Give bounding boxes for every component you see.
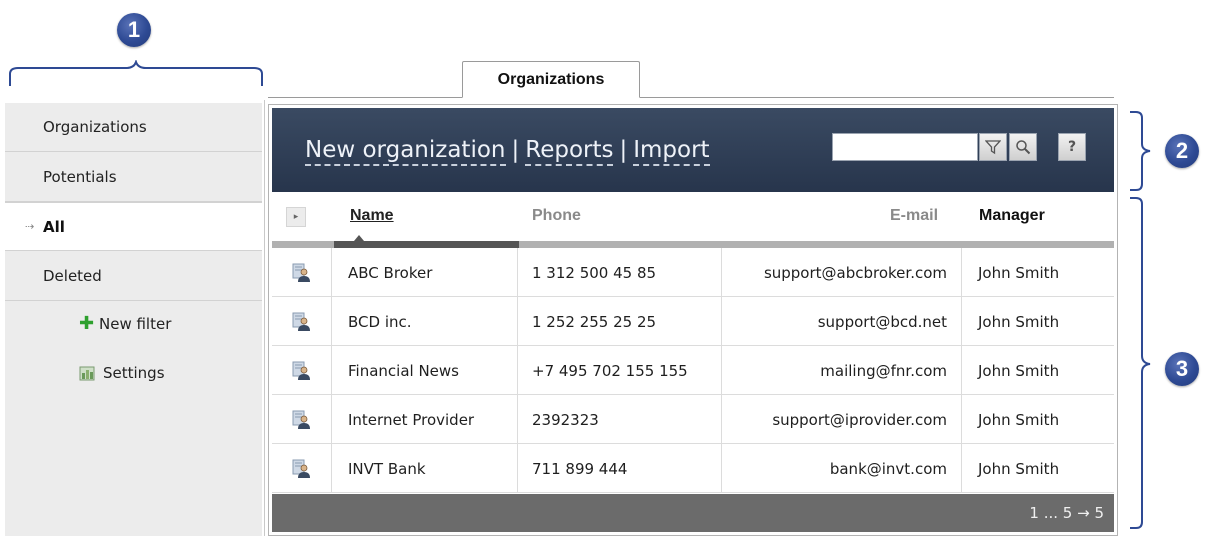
toolbar-header: New organization | Reports | Import ?	[272, 108, 1114, 192]
organization-icon	[272, 346, 332, 395]
column-header-phone[interactable]: Phone	[532, 207, 581, 225]
filter-icon	[985, 140, 1001, 155]
arrow-right-icon: ⇢	[25, 220, 35, 233]
tab-organizations[interactable]: Organizations	[462, 61, 640, 98]
organization-icon	[272, 444, 332, 493]
sidebar-bracket	[9, 60, 263, 86]
column-header-email[interactable]: E-mail	[890, 207, 938, 225]
cell-name[interactable]: Internet Provider	[332, 395, 518, 444]
table-row[interactable]: INVT Bank 711 899 444 bank@invt.com John Sm…	[272, 444, 1114, 493]
settings-link[interactable]: Settings	[79, 364, 165, 382]
header-bracket	[1130, 111, 1151, 191]
table-bracket	[1130, 197, 1151, 529]
sidebar-item-all[interactable]: ⇢ All	[5, 202, 262, 251]
sort-asc-icon	[354, 235, 364, 241]
table-row[interactable]: BCD inc. 1 252 255 25 25 support@bcd.net Jo…	[272, 297, 1114, 346]
cell-manager: John Smith	[978, 312, 1060, 331]
sidebar-item-label: Potentials	[43, 168, 117, 186]
settings-icon	[79, 366, 95, 381]
cell-name[interactable]: INVT Bank	[332, 444, 518, 493]
table-row[interactable]: Internet Provider 2392323 support@iprovide…	[272, 395, 1114, 444]
organization-icon	[272, 297, 332, 346]
organization-icon	[272, 248, 332, 297]
cell-manager: John Smith	[978, 410, 1060, 429]
cell-email[interactable]: support@bcd.net	[722, 297, 962, 346]
cell-name[interactable]: Financial News	[332, 346, 518, 395]
table-row[interactable]: ABC Broker 1 312 500 45 85 support@abcbrok…	[272, 248, 1114, 297]
column-header-name[interactable]: Name	[350, 207, 394, 225]
filter-button[interactable]	[979, 133, 1007, 161]
cell-email[interactable]: bank@invt.com	[722, 444, 962, 493]
sidebar-item-potentials[interactable]: Potentials	[5, 153, 262, 202]
column-header-manager[interactable]: Manager	[979, 207, 1045, 225]
plus-icon: ✚	[79, 313, 95, 334]
cell-phone: 1 252 255 25 25	[518, 297, 722, 346]
new-filter-link[interactable]: ✚ New filter	[79, 313, 172, 334]
cell-email[interactable]: support@abcbroker.com	[722, 248, 962, 297]
pagination[interactable]: 1 ... 5 → 5	[1029, 504, 1104, 522]
callout-2: 2	[1165, 134, 1199, 168]
callout-3: 3	[1165, 352, 1199, 386]
expand-toggle-icon[interactable]: ▸	[286, 207, 306, 227]
search-icon	[1016, 140, 1031, 155]
cell-phone: 2392323	[518, 395, 722, 444]
cell-manager: John Smith	[978, 263, 1060, 282]
sidebar-item-organizations[interactable]: Organizations	[5, 103, 262, 152]
table-body: ABC Broker 1 312 500 45 85 support@abcbrok…	[272, 248, 1114, 493]
cell-phone: 711 899 444	[518, 444, 722, 493]
callout-1: 1	[117, 13, 151, 47]
cell-name[interactable]: ABC Broker	[332, 248, 518, 297]
search-input[interactable]	[832, 133, 978, 161]
cell-name[interactable]: BCD inc.	[332, 297, 518, 346]
sidebar-item-label: All	[43, 217, 65, 236]
organizations-table: ▸ Name Phone E-mail Manager ABC Broker 1 …	[272, 193, 1114, 493]
tab-bar-line	[268, 97, 1114, 98]
help-icon: ?	[1067, 139, 1077, 155]
table-header: ▸ Name Phone E-mail Manager	[272, 193, 1114, 248]
organization-icon	[272, 395, 332, 444]
settings-label: Settings	[103, 364, 165, 382]
search-button[interactable]	[1009, 133, 1037, 161]
cell-phone: 1 312 500 45 85	[518, 248, 722, 297]
cell-manager: John Smith	[978, 459, 1060, 478]
sidebar: Organizations Potentials ⇢ All Deleted ✚…	[5, 103, 262, 536]
import-link[interactable]: Import	[633, 137, 710, 166]
new-filter-label: New filter	[99, 315, 172, 333]
cell-email[interactable]: mailing@fnr.com	[722, 346, 962, 395]
sidebar-item-label: Deleted	[43, 267, 102, 285]
help-button[interactable]: ?	[1058, 133, 1086, 161]
cell-email[interactable]: support@iprovider.com	[722, 395, 962, 444]
cell-manager: John Smith	[978, 361, 1060, 380]
reports-link[interactable]: Reports	[525, 137, 614, 166]
new-organization-link[interactable]: New organization	[305, 137, 506, 166]
table-row[interactable]: Financial News +7 495 702 155 155 mailing@…	[272, 346, 1114, 395]
sidebar-item-deleted[interactable]: Deleted	[5, 252, 262, 301]
header-links: New organization | Reports | Import	[305, 137, 710, 166]
pagination-bar: 1 ... 5 → 5	[272, 494, 1114, 532]
sidebar-item-label: Organizations	[43, 118, 147, 136]
cell-phone: +7 495 702 155 155	[518, 346, 722, 395]
sorted-column-indicator	[334, 241, 519, 248]
divider	[264, 100, 265, 536]
